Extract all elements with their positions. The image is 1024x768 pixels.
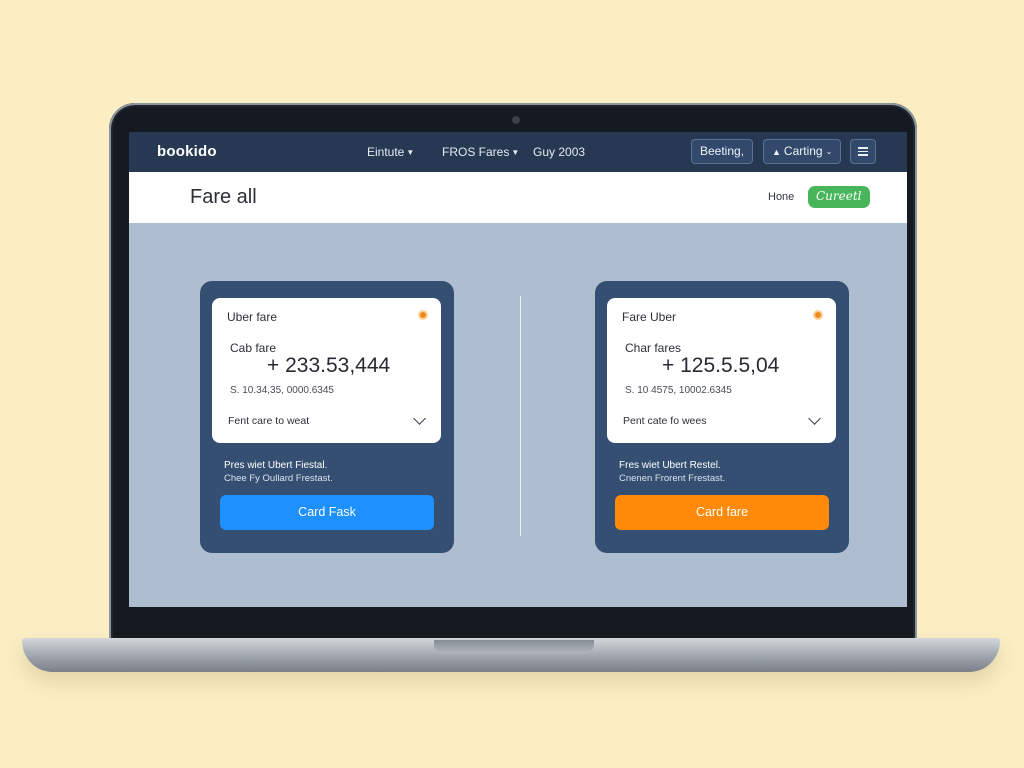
fare-card-header: Uber fare	[227, 310, 278, 324]
hamburger-menu-icon	[858, 145, 868, 158]
info-icon[interactable]	[813, 310, 823, 320]
booking-button-label: Beeting,	[700, 144, 745, 158]
page-header: Fare all Hone Cureetl	[129, 172, 907, 223]
fare-amount: + 233.53,444	[267, 354, 391, 377]
chevron-down-icon: ▼	[406, 148, 415, 157]
nav-link-label: Guy 2003	[533, 145, 586, 159]
fare-subnote: Cnenen Frorent Frestast.	[619, 473, 726, 484]
fare-amount: + 125.5.5,04	[662, 354, 780, 377]
fare-card-second: Fare Uber Char fares + 125.5.5,04 S. 10 …	[595, 281, 849, 553]
brand-logo[interactable]: bookido	[157, 143, 217, 160]
column-divider	[520, 296, 521, 536]
chevron-down-icon: ▼	[511, 148, 520, 157]
laptop-screen: bookido Eintute ▼ FROS Fares ▼ Guy 2003 Be…	[129, 132, 907, 607]
camera-icon	[512, 116, 520, 124]
nav-link-guy[interactable]: Guy 2003	[533, 145, 585, 159]
lock-icon: ▲	[772, 147, 781, 157]
info-icon[interactable]	[418, 310, 428, 320]
nav-link-eintute[interactable]: Eintute ▼	[367, 145, 414, 159]
fare-details: S. 10 4575, 10002.6345	[625, 385, 732, 396]
top-navbar: bookido Eintute ▼ FROS Fares ▼ Guy 2003 Be…	[129, 132, 907, 172]
chevron-down-icon[interactable]	[808, 412, 821, 425]
page-title: Fare all	[190, 186, 257, 208]
fare-card-header: Fare Uber	[622, 310, 677, 324]
nav-link-label: Eintute	[367, 145, 405, 159]
booking-button[interactable]: Beeting,	[691, 139, 754, 164]
fare-select[interactable]: Fent care to weat	[228, 415, 309, 427]
fare-label: Char fares	[625, 341, 682, 355]
current-badge[interactable]: Cureetl	[808, 186, 870, 208]
card-fask-button[interactable]: Card Fask	[220, 495, 434, 530]
fare-subnote: Chee Fy Oullard Frestast.	[224, 473, 333, 484]
fare-card-uber: Uber fare Cab fare + 233.53,444 S. 10.34…	[200, 281, 454, 553]
fare-summary-panel: Uber fare Cab fare + 233.53,444 S. 10.34…	[212, 298, 441, 443]
fare-summary-panel: Fare Uber Char fares + 125.5.5,04 S. 10 …	[607, 298, 836, 443]
nav-link-fares[interactable]: FROS Fares ▼	[442, 145, 519, 159]
setting-dropdown-label: Carting	[783, 144, 823, 158]
fare-select[interactable]: Pent cate fo wees	[623, 415, 706, 427]
fare-note: Pres wiet Ubert Fiestal.	[224, 460, 328, 471]
home-link[interactable]: Hone	[768, 191, 794, 203]
fare-label: Cab fare	[230, 341, 277, 355]
chevron-down-icon[interactable]	[413, 412, 426, 425]
fare-note: Fres wiet Ubert Restel.	[619, 460, 721, 471]
setting-dropdown[interactable]: ▲ Carting ⌄	[763, 139, 842, 164]
fare-details: S. 10.34,35, 0000.6345	[230, 385, 334, 396]
card-fare-button[interactable]: Card fare	[615, 495, 829, 530]
menu-button[interactable]	[850, 139, 876, 164]
nav-link-label: FROS Fares	[442, 145, 510, 159]
laptop-notch	[434, 640, 594, 654]
chevron-down-icon: ⌄	[825, 147, 833, 156]
